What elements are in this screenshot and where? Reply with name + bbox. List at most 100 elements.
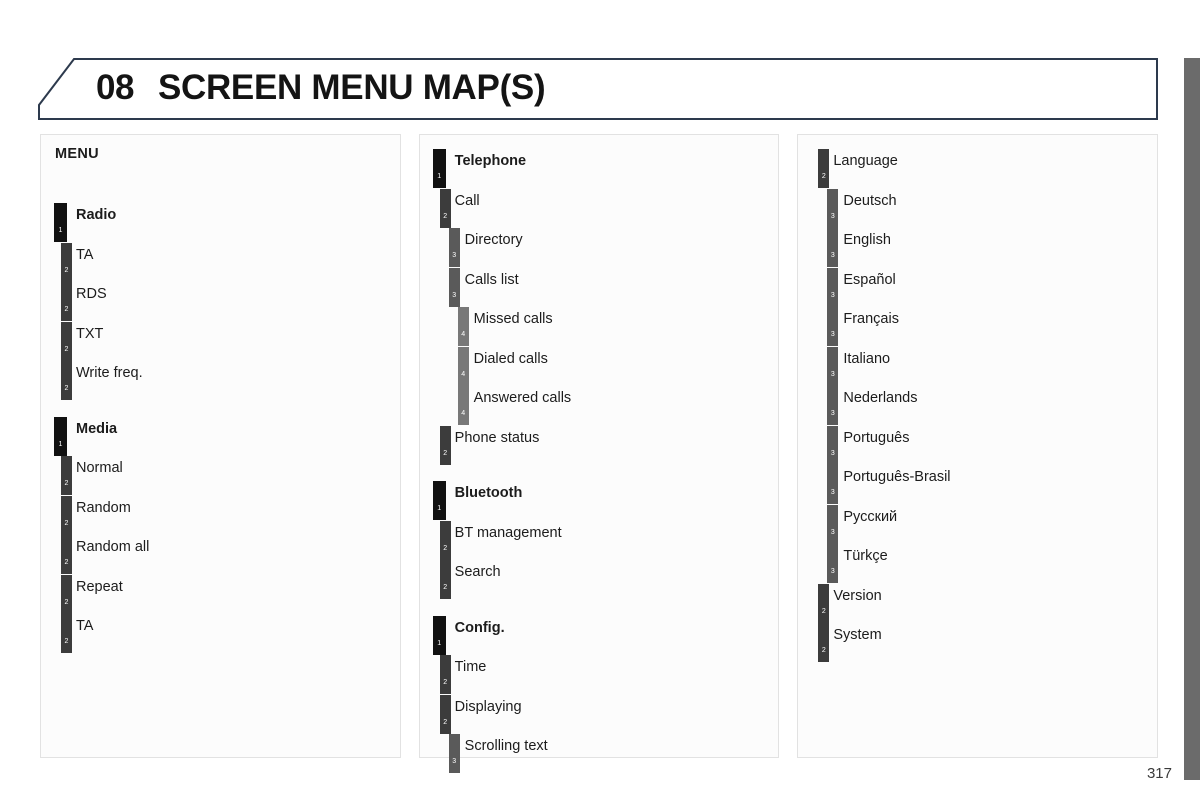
menu-item-level-2[interactable]: 2 Time xyxy=(420,655,779,695)
menu-panel: MENU 1 Radio 2 TA 2 RDS 2 TXT 2 Write freq. 1 Media 2… xyxy=(40,134,401,758)
menu-item-level-3[interactable]: 3 Français xyxy=(798,307,1157,347)
menu-item-label: English xyxy=(843,232,891,248)
menu-item-level-2[interactable]: 2 Random xyxy=(41,495,400,536)
menu-item-level-3[interactable]: 3 Calls list xyxy=(420,267,779,308)
menu-item-level-2[interactable]: 2 BT management xyxy=(420,520,779,561)
panel-title: MENU xyxy=(55,146,99,162)
menu-item-level-2[interactable]: 2 TA xyxy=(41,242,400,283)
level-marker-icon: 3 xyxy=(827,267,839,307)
menu-item-label: Telephone xyxy=(454,153,527,169)
menu-item-label: Call xyxy=(454,192,480,209)
level-marker-icon: 2 xyxy=(439,560,451,599)
menu-item-level-1[interactable]: 1 Bluetooth xyxy=(420,481,779,521)
level-marker-icon: 3 xyxy=(448,734,460,773)
level-marker-icon: 2 xyxy=(61,282,72,321)
menu-item-level-2[interactable]: 2 Language xyxy=(798,149,1157,189)
menu-item-label: System xyxy=(833,627,882,643)
menu-item-level-2[interactable]: 2 Displaying xyxy=(420,694,779,735)
level-marker-icon: 3 xyxy=(827,228,839,267)
level-marker-icon: 2 xyxy=(61,574,72,614)
menu-item-level-3[interactable]: 3 English xyxy=(798,228,1157,268)
level-marker-icon: 3 xyxy=(827,307,839,346)
level-marker-icon: 3 xyxy=(827,465,839,504)
menu-item-label: TA xyxy=(76,246,94,263)
menu-item-level-2[interactable]: 2 Version xyxy=(798,583,1157,624)
menu-item-label: Missed calls xyxy=(473,311,553,327)
level-marker-icon: 2 xyxy=(61,361,72,400)
menu-item-level-4[interactable]: 4 Dialed calls xyxy=(420,346,779,387)
level-marker-icon: 3 xyxy=(827,386,839,425)
level-marker-icon: 3 xyxy=(448,228,460,267)
menu-item-label: Scrolling text xyxy=(464,738,548,754)
menu-item-level-3[interactable]: 3 Português-Brasil xyxy=(798,465,1157,505)
page-title: SCREEN MENU MAP(S) xyxy=(157,68,546,108)
menu-item-level-2[interactable]: 2 RDS xyxy=(41,282,400,322)
level-marker-icon: 3 xyxy=(827,425,839,465)
menu-panel: 2 Language 3 Deutsch 3 English 3 Español 3 França… xyxy=(797,134,1159,758)
menu-item-label: Random all xyxy=(76,539,150,555)
level-marker-icon: 3 xyxy=(827,544,839,583)
level-marker-icon: 4 xyxy=(457,307,469,346)
menu-item-label: Português-Brasil xyxy=(843,469,951,485)
level-marker-icon: 2 xyxy=(439,655,451,694)
menu-item-label: Normal xyxy=(76,460,123,476)
level-marker-icon: 1 xyxy=(432,149,446,188)
level-marker-icon: 2 xyxy=(61,242,72,282)
chapter-header-text: 08 SCREEN MENU MAP(S) xyxy=(96,68,546,108)
menu-item-level-1[interactable]: 1 Config. xyxy=(420,615,779,656)
menu-item-label: Config. xyxy=(454,619,505,636)
menu-item-level-2[interactable]: 2 TA xyxy=(41,614,400,654)
menu-item-label: Version xyxy=(833,587,882,604)
level-marker-icon: 2 xyxy=(61,321,72,361)
level-marker-icon: 2 xyxy=(818,149,830,188)
menu-item-label: Français xyxy=(843,311,899,327)
menu-item-level-3[interactable]: 3 Scrolling text xyxy=(420,734,779,774)
menu-item-level-2[interactable]: 2 Write freq. xyxy=(41,361,400,401)
menu-item-label: Bluetooth xyxy=(454,485,523,501)
menu-item-level-4[interactable]: 4 Answered calls xyxy=(420,386,779,426)
menu-item-level-3[interactable]: 3 Português xyxy=(798,425,1157,466)
menu-item-label: Answered calls xyxy=(473,390,572,406)
level-marker-icon: 2 xyxy=(61,495,72,535)
chapter-edge-tab xyxy=(1184,58,1200,780)
menu-item-label: Write freq. xyxy=(76,365,143,381)
menu-item-label: Calls list xyxy=(464,271,519,288)
menu-item-level-2[interactable]: 2 Phone status xyxy=(420,425,779,466)
menu-item-level-3[interactable]: 3 Español xyxy=(798,267,1157,308)
menu-item-level-2[interactable]: 2 Random all xyxy=(41,535,400,575)
level-marker-icon: 2 xyxy=(61,456,72,495)
menu-item-level-4[interactable]: 4 Missed calls xyxy=(420,307,779,347)
menu-item-label: Repeat xyxy=(76,578,123,595)
menu-item-level-3[interactable]: 3 Русский xyxy=(798,504,1157,545)
menu-item-label: Radio xyxy=(76,207,117,223)
menu-item-level-1[interactable]: 1 Media xyxy=(41,416,400,457)
menu-item-level-3[interactable]: 3 Nederlands xyxy=(798,386,1157,426)
menu-item-level-2[interactable]: 2 Call xyxy=(420,188,779,229)
menu-tree: 1 Radio 2 TA 2 RDS 2 TXT 2 Write freq. 1 Media 2 Norm… xyxy=(41,187,400,654)
menu-tree: 2 Language 3 Deutsch 3 English 3 Español 3 França… xyxy=(798,149,1157,663)
level-marker-icon: 3 xyxy=(827,346,839,386)
menu-item-level-2[interactable]: 2 System xyxy=(798,623,1157,663)
menu-tree: 1 Telephone 2 Call 3 Directory 3 Calls list 4 Mis… xyxy=(420,149,779,774)
menu-item-label: Directory xyxy=(464,232,523,248)
level-marker-icon: 2 xyxy=(61,535,72,574)
menu-item-level-3[interactable]: 3 Directory xyxy=(420,228,779,268)
menu-item-level-2[interactable]: 2 TXT xyxy=(41,321,400,362)
menu-item-level-3[interactable]: 3 Türkçe xyxy=(798,544,1157,584)
menu-item-level-3[interactable]: 3 Deutsch xyxy=(798,188,1157,229)
menu-item-label: RDS xyxy=(76,286,107,302)
menu-item-level-2[interactable]: 2 Search xyxy=(420,560,779,600)
menu-item-level-2[interactable]: 2 Repeat xyxy=(41,574,400,615)
level-marker-icon: 1 xyxy=(432,481,446,520)
menu-item-level-1[interactable]: 1 Telephone xyxy=(420,149,779,189)
menu-map-panels: MENU 1 Radio 2 TA 2 RDS 2 TXT 2 Write freq. 1 Media 2… xyxy=(40,134,1159,773)
chapter-header: 08 SCREEN MENU MAP(S) xyxy=(38,58,1158,120)
level-marker-icon: 2 xyxy=(818,623,830,662)
menu-item-label: Search xyxy=(454,564,501,580)
menu-item-level-1[interactable]: 1 Radio xyxy=(41,203,400,243)
menu-item-level-3[interactable]: 3 Italiano xyxy=(798,346,1157,387)
menu-item-label: Türkçe xyxy=(843,548,888,564)
menu-panel: 1 Telephone 2 Call 3 Directory 3 Calls list 4 Mis… xyxy=(418,134,780,773)
menu-item-level-2[interactable]: 2 Normal xyxy=(41,456,400,496)
level-marker-icon: 2 xyxy=(818,583,830,623)
